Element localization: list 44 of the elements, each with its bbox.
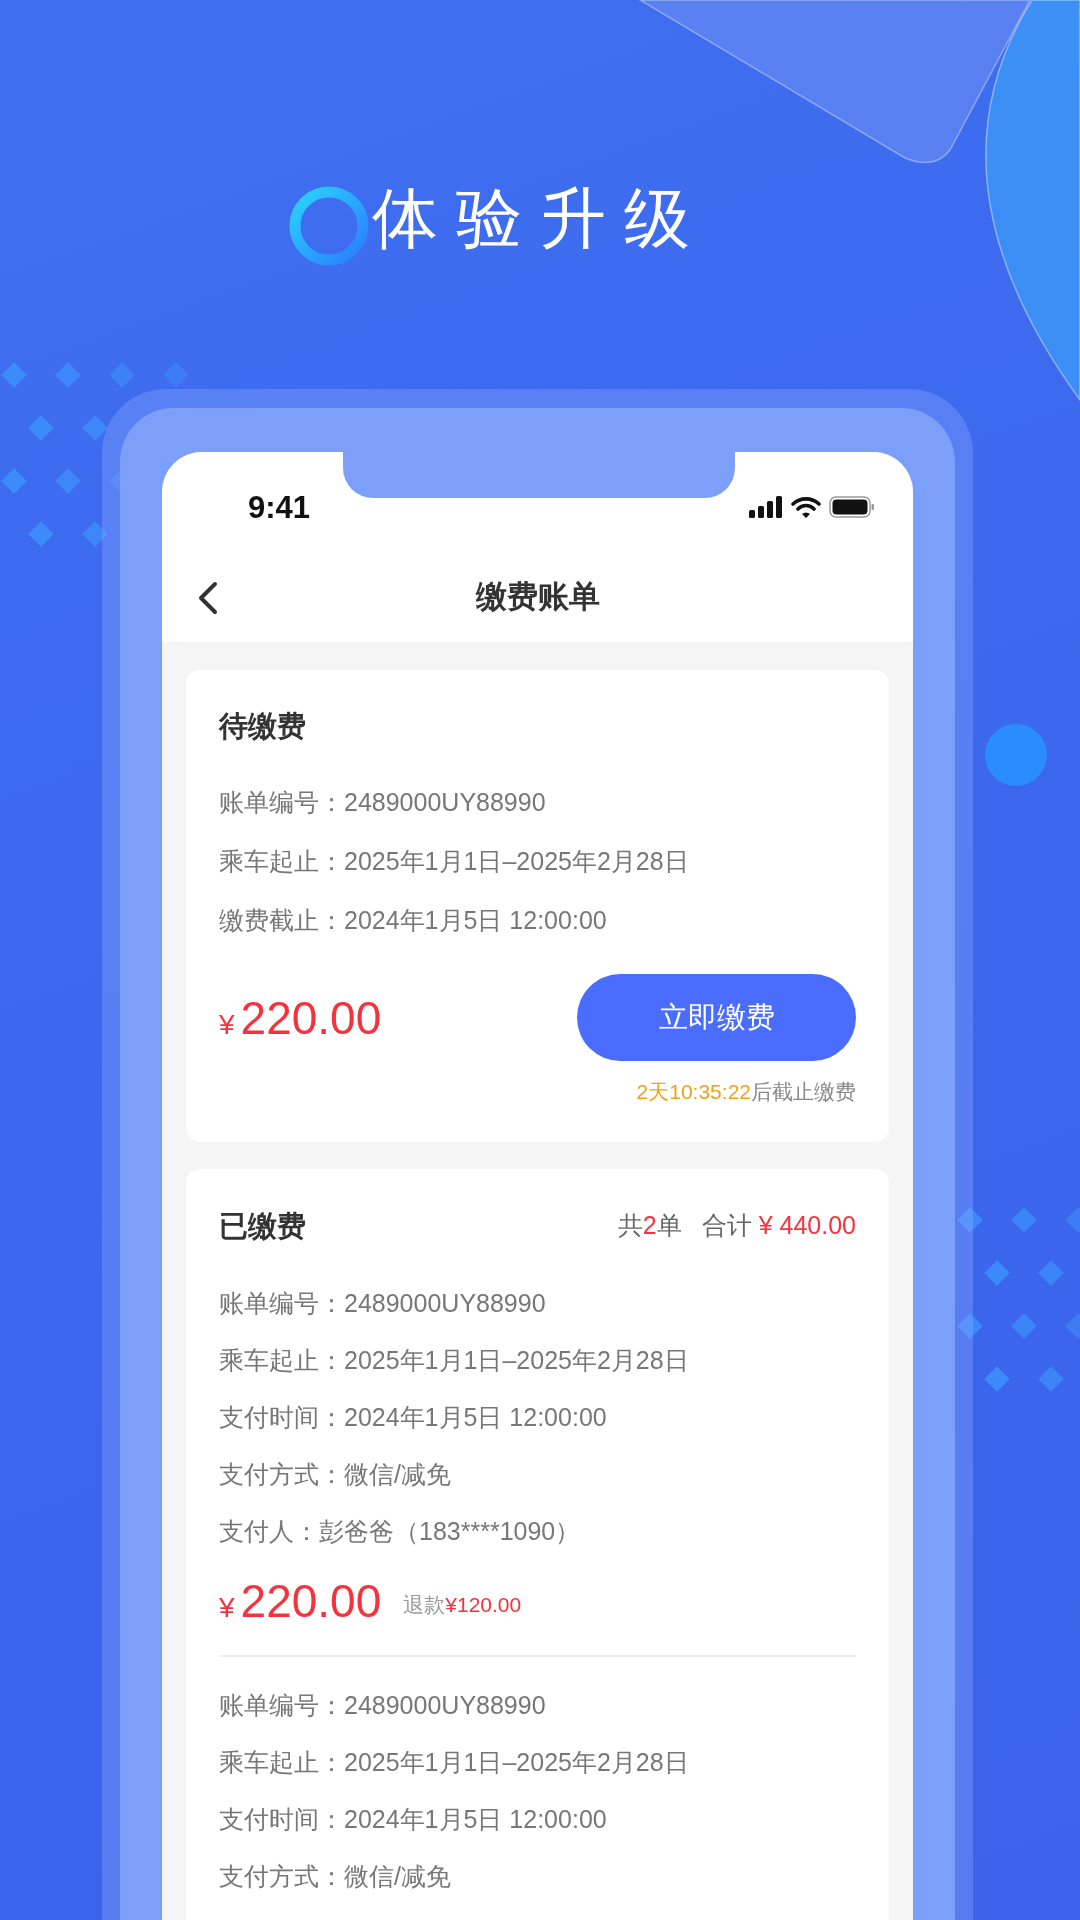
field-value: 微信/减免 <box>344 1861 451 1890</box>
field-value: 2024年1月5日 12:00:00 <box>344 906 607 934</box>
field-label: 支付方式： <box>219 1861 344 1890</box>
status-time: 9:41 <box>248 492 311 524</box>
field-label: 账单编号： <box>219 788 344 816</box>
amount-value: 220.00 <box>240 991 382 1044</box>
back-button[interactable] <box>196 580 220 616</box>
field-label: 支付时间： <box>219 1402 344 1431</box>
battery-icon <box>829 496 875 518</box>
field-value: 微信/减免 <box>344 1459 451 1488</box>
field-value: 2489000UY88990 <box>344 788 546 816</box>
field-label: 支付方式： <box>219 1459 344 1488</box>
field-value: 彭爸爸（183****1090） <box>319 1516 581 1545</box>
order-count: 共2单 <box>617 1210 682 1241</box>
field-label: 乘车起止： <box>219 1345 344 1374</box>
card-title: 已缴费 <box>219 1208 306 1244</box>
page-title: 缴费账单 <box>475 577 600 616</box>
pay-now-button[interactable]: 立即缴费 <box>577 974 856 1061</box>
field-label: 账单编号： <box>219 1690 344 1719</box>
total-amount: 合计 ¥ 440.00 <box>701 1210 856 1241</box>
field-label: 缴费截止： <box>219 906 344 934</box>
countdown-text: 2天10:35:22后截止缴费 <box>636 1079 856 1105</box>
wifi-icon <box>791 496 821 518</box>
field-label: 支付时间： <box>219 1804 344 1833</box>
field-value: 2489000UY88990 <box>344 1690 546 1719</box>
field-label: 乘车起止： <box>219 1747 344 1776</box>
ring-icon <box>288 185 370 267</box>
circle-drawing <box>985 724 1047 786</box>
signal-icon <box>749 496 783 518</box>
headline: 体验升级 <box>372 180 708 257</box>
currency-symbol: ¥ <box>219 1008 235 1040</box>
field-label: 乘车起止： <box>219 847 344 875</box>
amount-value: 220.00 <box>240 1574 382 1627</box>
field-value: 2024年1月5日 12:00:00 <box>344 1804 607 1833</box>
field-value: 2025年1月1日–2025年2月28日 <box>344 1747 689 1776</box>
field-value: 2024年1月5日 12:00:00 <box>344 1402 607 1431</box>
refund-text: 退款¥120.00 <box>403 1592 522 1618</box>
field-label: 支付人： <box>219 1516 319 1545</box>
currency-symbol: ¥ <box>219 1591 235 1623</box>
field-value: 2489000UY88990 <box>344 1288 546 1317</box>
field-value: 2025年1月1日–2025年2月28日 <box>344 1345 689 1374</box>
card-title: 待缴费 <box>219 709 307 744</box>
field-value: 2025年1月1日–2025年2月28日 <box>344 847 689 875</box>
field-label: 账单编号： <box>219 1288 344 1317</box>
